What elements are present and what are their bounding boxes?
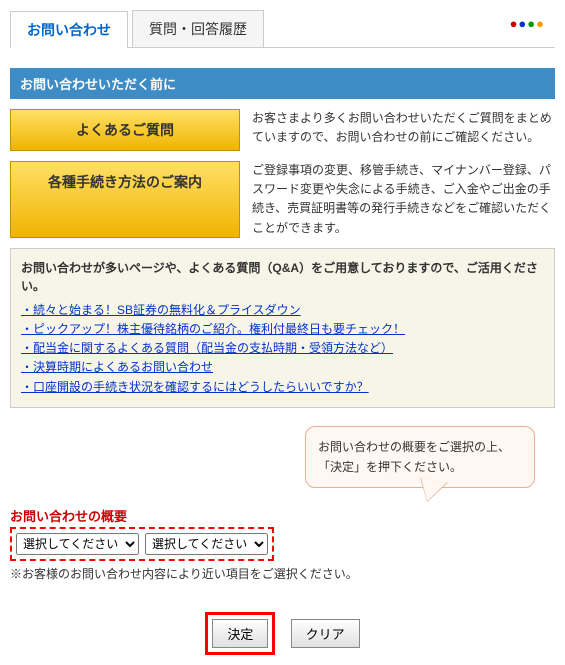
tab-history[interactable]: 質問・回答履歴 bbox=[132, 10, 264, 47]
brand-logo: ●●●● bbox=[510, 16, 545, 31]
info-link[interactable]: ・続々と始まる！SB証券の無料化＆プライスダウン bbox=[21, 303, 301, 317]
info-link[interactable]: ・決算時期によくあるお問い合わせ bbox=[21, 360, 213, 374]
tabs: お問い合わせ 質問・回答履歴 ●●●● bbox=[10, 10, 555, 48]
info-link[interactable]: ・ピックアップ！株主優待銘柄のご紹介。権利付最終日も要チェック！ bbox=[21, 322, 405, 336]
submit-highlight: 決定 bbox=[205, 612, 275, 655]
info-link[interactable]: ・配当金に関するよくある質問（配当金の支払時期・受領方法など） bbox=[21, 341, 393, 355]
category-select-2[interactable]: 選択してください bbox=[145, 533, 268, 555]
faq-description: お客さまより多くお問い合わせいただくご質問をまとめていますので、お問い合わせの前… bbox=[252, 109, 555, 151]
summary-select-group: 選択してください 選択してください bbox=[10, 527, 274, 561]
info-title: お問い合わせが多いページや、よくある質問（Q&A）をご用意しておりますので、ご活… bbox=[21, 259, 544, 295]
submit-button[interactable]: 決定 bbox=[212, 619, 268, 648]
tab-inquiry[interactable]: お問い合わせ bbox=[10, 11, 128, 48]
info-link[interactable]: ・口座開設の手続き状況を確認するにはどうしたらいいですか？ bbox=[21, 380, 369, 394]
procedures-button[interactable]: 各種手続き方法のご案内 bbox=[10, 161, 240, 238]
faq-button[interactable]: よくあるご質問 bbox=[10, 109, 240, 151]
summary-note: ※お客様のお問い合わせ内容により近い項目をご選択ください。 bbox=[10, 565, 555, 582]
clear-button[interactable]: クリア bbox=[291, 619, 360, 648]
info-box: お問い合わせが多いページや、よくある質問（Q&A）をご用意しておりますので、ご活… bbox=[10, 248, 555, 408]
summary-label: お問い合わせの概要 bbox=[10, 506, 555, 525]
info-links: ・続々と始まる！SB証券の無料化＆プライスダウン ・ピックアップ！株主優待銘柄の… bbox=[21, 301, 544, 397]
section-before-inquiry: お問い合わせいただく前に bbox=[10, 68, 555, 99]
procedures-description: ご登録事項の変更、移管手続き、マイナンバー登録、パスワード変更や失念による手続き… bbox=[252, 161, 555, 238]
category-select-1[interactable]: 選択してください bbox=[16, 533, 139, 555]
